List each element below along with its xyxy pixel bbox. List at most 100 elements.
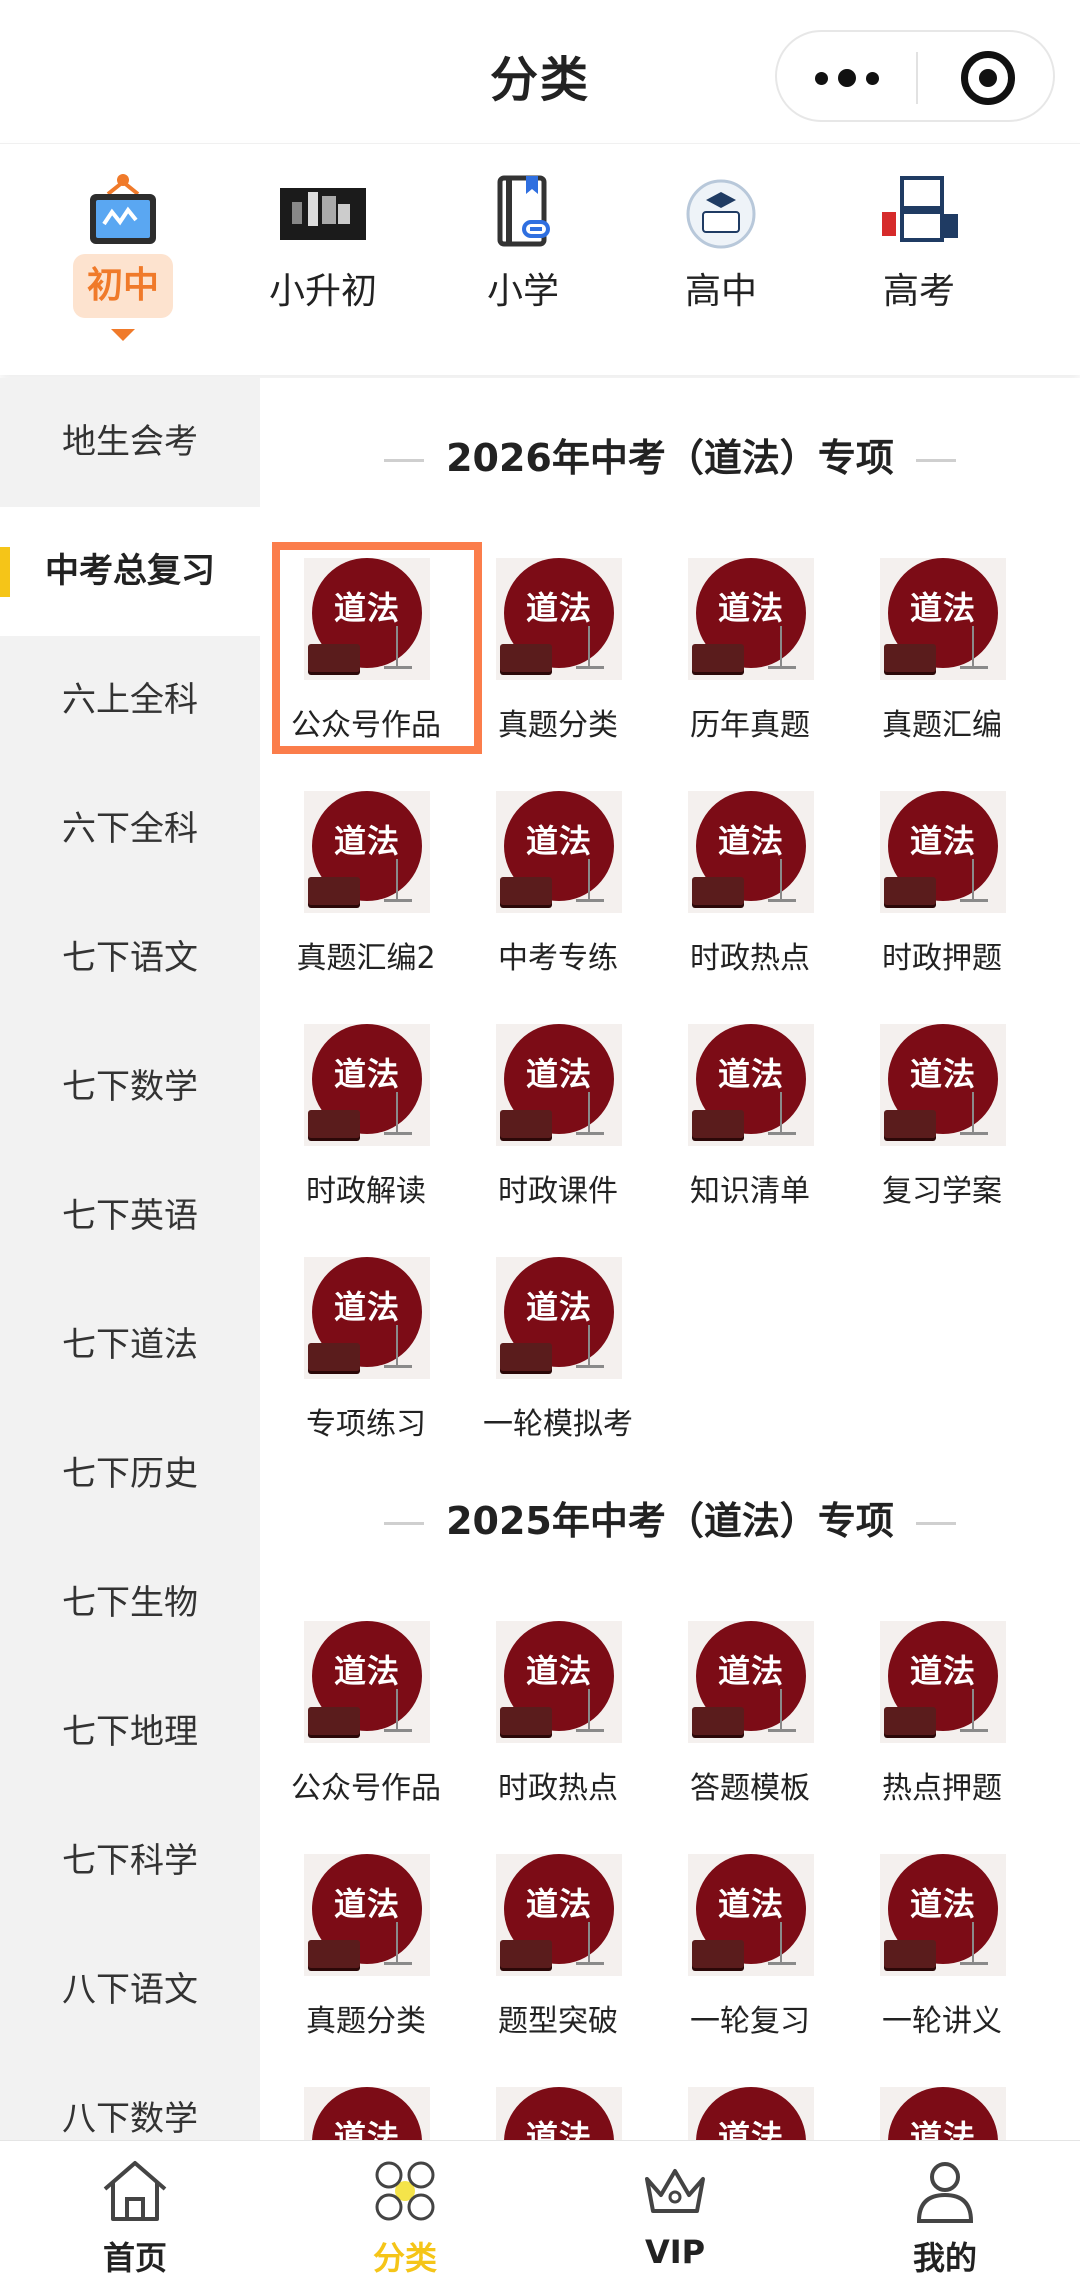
more-options-icon[interactable]	[777, 32, 916, 124]
sidebar-item[interactable]: 七下地理	[0, 1668, 260, 1797]
category-item[interactable]: 道法 答题模板	[644, 1611, 836, 1844]
sidebar-item[interactable]: 六上全科	[0, 636, 260, 765]
daofa-thumbnail-icon: 道法	[304, 1024, 430, 1146]
scale-base-shape	[960, 1962, 988, 1965]
scale-base-shape	[384, 1962, 412, 1965]
scale-shape	[588, 1325, 590, 1367]
category-item[interactable]: 道法 公众号作品	[260, 1611, 452, 1844]
section-grid: 道法 公众号作品 道法 时政热点 道法 答题模板 道法 热点押题 道法 真题分类 道法 题型突破 道法一…	[260, 1611, 1080, 2140]
tab-home[interactable]: 首页	[0, 2141, 270, 2289]
tab-label: VIP	[644, 2233, 706, 2271]
category-item-label: 时政热点	[690, 941, 810, 976]
book-link-icon	[497, 175, 550, 247]
tab-label: 首页	[102, 2239, 167, 2277]
level-tab-primary[interactable]: 小学	[423, 144, 623, 376]
category-item-label: 一轮模拟考	[483, 1407, 633, 1442]
sidebar-item[interactable]: 七下历史	[0, 1410, 260, 1539]
sidebar-item[interactable]: 七下数学	[0, 1023, 260, 1152]
level-tab-primary-to-junior[interactable]: 小升初	[223, 144, 423, 376]
scale-base-shape	[768, 1132, 796, 1135]
mini-program-capsule	[775, 30, 1055, 122]
book-shape	[308, 877, 360, 905]
category-item-label: 中考专练	[498, 941, 618, 976]
category-item-label: 知识清单	[690, 1174, 810, 1209]
sidebar-item[interactable]: 八下数学	[0, 2055, 260, 2140]
daofa-thumbnail-icon: 道法	[688, 791, 814, 913]
category-item[interactable]: 道法 一轮模拟考	[452, 1247, 644, 1480]
category-item[interactable]: 道法 历年真题	[644, 548, 836, 781]
sidebar-item[interactable]: 六下全科	[0, 765, 260, 894]
sidebar-item[interactable]: 七下科学	[0, 1797, 260, 1926]
category-item[interactable]: 道法 真题汇编	[836, 548, 1028, 781]
level-tab-senior[interactable]: 高中	[621, 144, 821, 376]
book-shape	[308, 1110, 360, 1138]
highlight-frame	[272, 542, 482, 754]
sidebar-item[interactable]: 七下生物	[0, 1539, 260, 1668]
category-item[interactable]: 道法	[836, 2077, 1028, 2140]
category-item[interactable]: 道法 一轮复习	[644, 1844, 836, 2077]
sidebar-item[interactable]: 七下语文	[0, 894, 260, 1023]
category-item[interactable]: 道法	[644, 2077, 836, 2140]
category-icon	[375, 2161, 435, 2221]
level-tab-label: 小学	[486, 271, 559, 312]
tab-profile[interactable]: 我的	[810, 2141, 1080, 2289]
category-item[interactable]: 道法 热点押题	[836, 1611, 1028, 1844]
close-miniprogram-icon[interactable]	[918, 32, 1057, 124]
category-item[interactable]: 道法 知识清单	[644, 1014, 836, 1247]
section-grid: 道法 公众号作品 道法 真题分类 道法 历年真题 道法 真题汇编 道法 真题汇编2 道法 中考专练 道法…	[260, 542, 1080, 1480]
category-item[interactable]: 道法 时政押题	[836, 781, 1028, 1014]
daofa-thumbnail-icon: 道法	[688, 1621, 814, 1743]
book-shape	[884, 1110, 936, 1138]
scale-shape	[972, 859, 974, 901]
scale-shape	[972, 626, 974, 668]
daofa-thumbnail-icon: 道法	[496, 1257, 622, 1379]
sidebar-item[interactable]: 地生会考	[0, 378, 260, 507]
category-item[interactable]: 道法 时政课件	[452, 1014, 644, 1247]
tab-category[interactable]: 分类	[270, 2141, 540, 2289]
category-item-label: 时政解读	[306, 1174, 426, 1209]
sidebar-item[interactable]: 八下语文	[0, 1926, 260, 2055]
scale-base-shape	[576, 899, 604, 902]
scale-shape	[972, 1922, 974, 1964]
book-shape	[692, 644, 744, 672]
level-tab-label: 初中	[73, 254, 173, 318]
category-item[interactable]: 道法 题型突破	[452, 1844, 644, 2077]
category-item[interactable]: 道法 一轮讲义	[836, 1844, 1028, 2077]
category-item[interactable]: 道法	[260, 2077, 452, 2140]
category-item[interactable]: 道法 专项练习	[260, 1247, 452, 1480]
book-shape	[884, 644, 936, 672]
scale-base-shape	[768, 666, 796, 669]
category-item[interactable]: 道法 中考专练	[452, 781, 644, 1014]
book-shape	[692, 1707, 744, 1735]
scale-shape	[780, 1922, 782, 1964]
sidebar-item-active[interactable]: 中考总复习	[0, 507, 260, 636]
category-item[interactable]: 道法 公众号作品	[260, 542, 482, 781]
category-content[interactable]: 2026年中考（道法）专项 道法 公众号作品 道法 真题分类 道法 历年真题 道法 真题汇编道…	[260, 378, 1080, 2140]
level-tab-college-exam[interactable]: 高考	[819, 144, 1019, 376]
tab-vip[interactable]: VIP	[540, 2141, 810, 2289]
category-item[interactable]: 道法	[452, 2077, 644, 2140]
subject-sidebar[interactable]: 地生会考 中考总复习 六上全科 六下全科 七下语文 七下数学 七下英语 七下道法…	[0, 378, 260, 2140]
category-item[interactable]: 道法 时政热点	[644, 781, 836, 1014]
category-item-label: 公众号作品	[291, 1771, 441, 1806]
book-cover-icon	[280, 188, 366, 240]
category-item[interactable]: 道法 时政解读	[260, 1014, 452, 1247]
daofa-thumbnail-icon: 道法	[496, 791, 622, 913]
top-bar: 分类	[0, 0, 1080, 143]
category-item[interactable]: 道法 复习学案	[836, 1014, 1028, 1247]
book-shape	[308, 1940, 360, 1968]
tab-label: 分类	[372, 2239, 437, 2277]
daofa-thumbnail-icon: 道法	[880, 791, 1006, 913]
category-item[interactable]: 道法 时政热点	[452, 1611, 644, 1844]
category-item[interactable]: 道法 真题汇编2	[260, 781, 452, 1014]
scale-base-shape	[576, 1962, 604, 1965]
crown-icon	[645, 2169, 705, 2213]
sidebar-item[interactable]: 七下道法	[0, 1281, 260, 1410]
title-divider	[915, 1522, 956, 1525]
sidebar-item[interactable]: 七下英语	[0, 1152, 260, 1281]
category-item-label: 时政课件	[498, 1174, 618, 1209]
category-item[interactable]: 道法 真题分类	[260, 1844, 452, 2077]
level-tab-junior[interactable]: 初中	[23, 144, 223, 376]
category-item[interactable]: 道法 真题分类	[452, 548, 644, 781]
scale-base-shape	[576, 1132, 604, 1135]
